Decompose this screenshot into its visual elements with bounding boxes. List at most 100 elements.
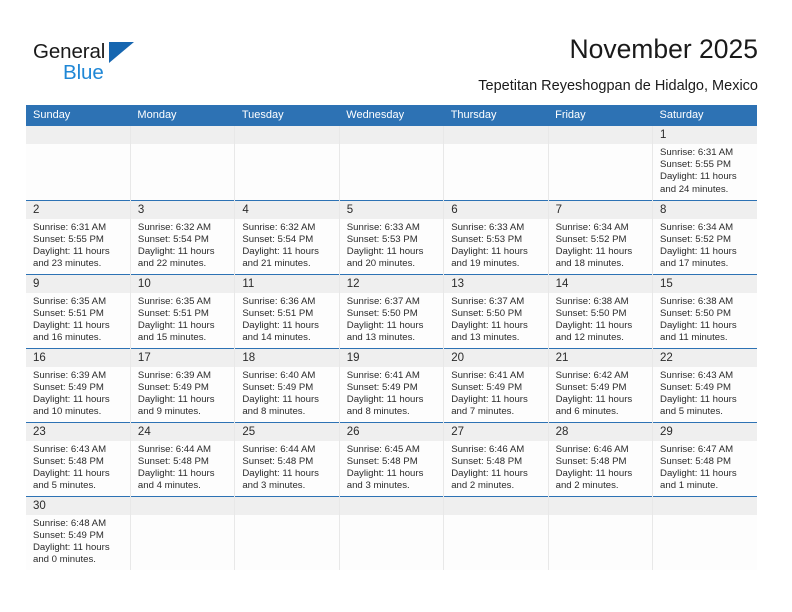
daylight-text: Daylight: 11 hours and 16 minutes.	[33, 319, 110, 344]
calendar-day-cell[interactable]: 14 Sunrise: 6:38 AM Sunset: 5:50 PM Dayligh…	[547, 273, 654, 348]
calendar-day-cell[interactable]: 19 Sunrise: 6:41 AM Sunset: 5:49 PM Dayligh…	[338, 347, 445, 422]
calendar-day-cell[interactable]: 11 Sunrise: 6:36 AM Sunset: 5:51 PM Dayligh…	[234, 273, 340, 348]
day-number	[653, 496, 757, 515]
day-number: 21	[548, 348, 653, 367]
day-sun-info: Sunrise: 6:42 AM Sunset: 5:49 PM Daylight:…	[549, 367, 652, 419]
day-sun-info: Sunrise: 6:38 AM Sunset: 5:50 PM Daylight:…	[653, 293, 757, 345]
calendar-day-cell[interactable]: 26 Sunrise: 6:45 AM Sunset: 5:48 PM Dayligh…	[338, 421, 445, 496]
sunrise-text: Sunrise: 6:47 AM	[660, 443, 734, 455]
daylight-text: Daylight: 11 hours and 0 minutes.	[33, 541, 110, 566]
day-sun-info: Sunrise: 6:46 AM Sunset: 5:48 PM Daylight:…	[444, 441, 547, 493]
daylight-text: Daylight: 11 hours and 2 minutes.	[555, 467, 633, 492]
day-number: 10	[130, 274, 235, 293]
day-sun-info: Sunrise: 6:44 AM Sunset: 5:48 PM Daylight:…	[235, 441, 338, 493]
day-number: 12	[339, 274, 444, 293]
calendar-header-row: Sunday Monday Tuesday Wednesday Thursday…	[26, 105, 757, 126]
day-number: 2	[26, 200, 130, 219]
daylight-text: Daylight: 11 hours and 20 minutes.	[346, 245, 424, 270]
sunset-text: Sunset: 5:54 PM	[137, 233, 209, 245]
calendar-day-cell[interactable]: 10 Sunrise: 6:35 AM Sunset: 5:51 PM Dayligh…	[129, 273, 236, 348]
calendar-day-cell[interactable]: 3 Sunrise: 6:32 AM Sunset: 5:54 PM Daylight…	[129, 199, 236, 274]
calendar-day-cell[interactable]: 21 Sunrise: 6:42 AM Sunset: 5:49 PM Dayligh…	[547, 347, 654, 422]
calendar-day-cell[interactable]: 20 Sunrise: 6:41 AM Sunset: 5:49 PM Dayligh…	[443, 347, 549, 422]
calendar-day-cell[interactable]: 30 Sunrise: 6:48 AM Sunset: 5:49 PM Dayligh…	[26, 495, 131, 570]
day-sun-info: Sunrise: 6:41 AM Sunset: 5:49 PM Daylight:…	[340, 367, 443, 419]
calendar-day-cell[interactable]: 23 Sunrise: 6:43 AM Sunset: 5:48 PM Dayligh…	[26, 421, 131, 496]
calendar-day-cell[interactable]: 1 Sunrise: 6:31 AM Sunset: 5:55 PM Daylight…	[652, 126, 757, 200]
sunrise-text: Sunrise: 6:36 AM	[242, 295, 316, 307]
calendar-day-cell[interactable]: 9 Sunrise: 6:35 AM Sunset: 5:51 PM Daylight…	[26, 273, 131, 348]
calendar-empty-cell	[443, 495, 549, 570]
calendar-day-cell[interactable]: 13 Sunrise: 6:37 AM Sunset: 5:50 PM Dayligh…	[443, 273, 549, 348]
day-sun-info: Sunrise: 6:46 AM Sunset: 5:48 PM Daylight:…	[549, 441, 652, 493]
calendar-day-cell[interactable]: 4 Sunrise: 6:32 AM Sunset: 5:54 PM Daylight…	[234, 199, 340, 274]
sunset-text: Sunset: 5:49 PM	[242, 381, 314, 393]
calendar-day-cell[interactable]: 24 Sunrise: 6:44 AM Sunset: 5:48 PM Dayligh…	[129, 421, 236, 496]
calendar-week-row: 1 Sunrise: 6:31 AM Sunset: 5:55 PM Daylight…	[26, 126, 757, 200]
calendar-day-cell[interactable]: 2 Sunrise: 6:31 AM Sunset: 5:55 PM Daylight…	[26, 199, 131, 274]
day-sun-info: Sunrise: 6:43 AM Sunset: 5:48 PM Daylight:…	[26, 441, 130, 493]
sunrise-text: Sunrise: 6:42 AM	[555, 369, 629, 381]
weekday-header-thursday: Thursday	[443, 105, 549, 126]
day-sun-info: Sunrise: 6:37 AM Sunset: 5:50 PM Daylight:…	[340, 293, 443, 345]
day-number	[235, 126, 339, 144]
sunset-text: Sunset: 5:49 PM	[137, 381, 209, 393]
calendar-day-cell[interactable]: 5 Sunrise: 6:33 AM Sunset: 5:53 PM Daylight…	[338, 199, 445, 274]
sunset-text: Sunset: 5:55 PM	[660, 159, 731, 171]
sunrise-text: Sunrise: 6:43 AM	[660, 369, 734, 381]
calendar-day-cell[interactable]: 6 Sunrise: 6:33 AM Sunset: 5:53 PM Daylight…	[443, 199, 549, 274]
sunrise-text: Sunrise: 6:44 AM	[242, 443, 316, 455]
day-number: 18	[235, 348, 339, 367]
sunrise-text: Sunrise: 6:45 AM	[346, 443, 420, 455]
day-number: 27	[444, 422, 548, 441]
day-number: 16	[26, 348, 130, 367]
sunrise-text: Sunrise: 6:44 AM	[137, 443, 211, 455]
calendar-week-row: 16 Sunrise: 6:39 AM Sunset: 5:49 PM Dayligh…	[26, 347, 757, 422]
sunrise-text: Sunrise: 6:38 AM	[660, 295, 734, 307]
calendar-day-cell[interactable]: 16 Sunrise: 6:39 AM Sunset: 5:49 PM Dayligh…	[26, 347, 131, 422]
calendar-day-cell[interactable]: 7 Sunrise: 6:34 AM Sunset: 5:52 PM Daylight…	[547, 199, 654, 274]
sunrise-text: Sunrise: 6:40 AM	[242, 369, 316, 381]
day-number: 28	[548, 422, 653, 441]
daylight-text: Daylight: 11 hours and 23 minutes.	[33, 245, 110, 270]
calendar-day-cell[interactable]: 27 Sunrise: 6:46 AM Sunset: 5:48 PM Dayligh…	[443, 421, 549, 496]
sunset-text: Sunset: 5:52 PM	[660, 233, 731, 245]
sunset-text: Sunset: 5:49 PM	[346, 381, 418, 393]
day-sun-info: Sunrise: 6:43 AM Sunset: 5:49 PM Daylight:…	[653, 367, 757, 419]
calendar-day-cell[interactable]: 22 Sunrise: 6:43 AM Sunset: 5:49 PM Dayligh…	[652, 347, 757, 422]
daylight-text: Daylight: 11 hours and 18 minutes.	[555, 245, 633, 270]
day-sun-info: Sunrise: 6:33 AM Sunset: 5:53 PM Daylight:…	[340, 219, 443, 271]
daylight-text: Daylight: 11 hours and 5 minutes.	[33, 467, 110, 492]
page-subtitle: Tepetitan Reyeshogpan de Hidalgo, Mexico	[478, 78, 758, 94]
sunrise-text: Sunrise: 6:41 AM	[451, 369, 525, 381]
sunset-text: Sunset: 5:50 PM	[555, 307, 627, 319]
calendar-empty-cell	[443, 126, 549, 200]
day-number: 1	[653, 126, 757, 144]
day-number: 11	[235, 274, 339, 293]
daylight-text: Daylight: 11 hours and 17 minutes.	[660, 245, 737, 270]
calendar-day-cell[interactable]: 28 Sunrise: 6:46 AM Sunset: 5:48 PM Dayligh…	[547, 421, 654, 496]
day-sun-info: Sunrise: 6:31 AM Sunset: 5:55 PM Daylight:…	[653, 144, 757, 196]
day-sun-info: Sunrise: 6:39 AM Sunset: 5:49 PM Daylight:…	[26, 367, 130, 419]
weekday-header-sunday: Sunday	[26, 105, 131, 126]
day-number	[548, 126, 653, 144]
generalblue-logo[interactable]: General Blue	[33, 40, 183, 88]
daylight-text: Daylight: 11 hours and 12 minutes.	[555, 319, 633, 344]
day-sun-info: Sunrise: 6:34 AM Sunset: 5:52 PM Daylight:…	[653, 219, 757, 271]
calendar-day-cell[interactable]: 29 Sunrise: 6:47 AM Sunset: 5:48 PM Dayligh…	[652, 421, 757, 496]
day-sun-info: Sunrise: 6:36 AM Sunset: 5:51 PM Daylight:…	[235, 293, 338, 345]
calendar-day-cell[interactable]: 25 Sunrise: 6:44 AM Sunset: 5:48 PM Dayligh…	[234, 421, 340, 496]
day-sun-info: Sunrise: 6:45 AM Sunset: 5:48 PM Daylight:…	[340, 441, 443, 493]
day-sun-info: Sunrise: 6:40 AM Sunset: 5:49 PM Daylight:…	[235, 367, 338, 419]
sunset-text: Sunset: 5:51 PM	[33, 307, 104, 319]
sunrise-text: Sunrise: 6:37 AM	[451, 295, 525, 307]
sunset-text: Sunset: 5:50 PM	[660, 307, 731, 319]
calendar-day-cell[interactable]: 12 Sunrise: 6:37 AM Sunset: 5:50 PM Dayligh…	[338, 273, 445, 348]
weekday-header-tuesday: Tuesday	[234, 105, 340, 126]
calendar-day-cell[interactable]: 18 Sunrise: 6:40 AM Sunset: 5:49 PM Dayligh…	[234, 347, 340, 422]
day-number: 4	[235, 200, 339, 219]
calendar-empty-cell	[338, 495, 445, 570]
calendar-day-cell[interactable]: 8 Sunrise: 6:34 AM Sunset: 5:52 PM Daylight…	[652, 199, 757, 274]
calendar-day-cell[interactable]: 15 Sunrise: 6:38 AM Sunset: 5:50 PM Dayligh…	[652, 273, 757, 348]
calendar-day-cell[interactable]: 17 Sunrise: 6:39 AM Sunset: 5:49 PM Dayligh…	[129, 347, 236, 422]
